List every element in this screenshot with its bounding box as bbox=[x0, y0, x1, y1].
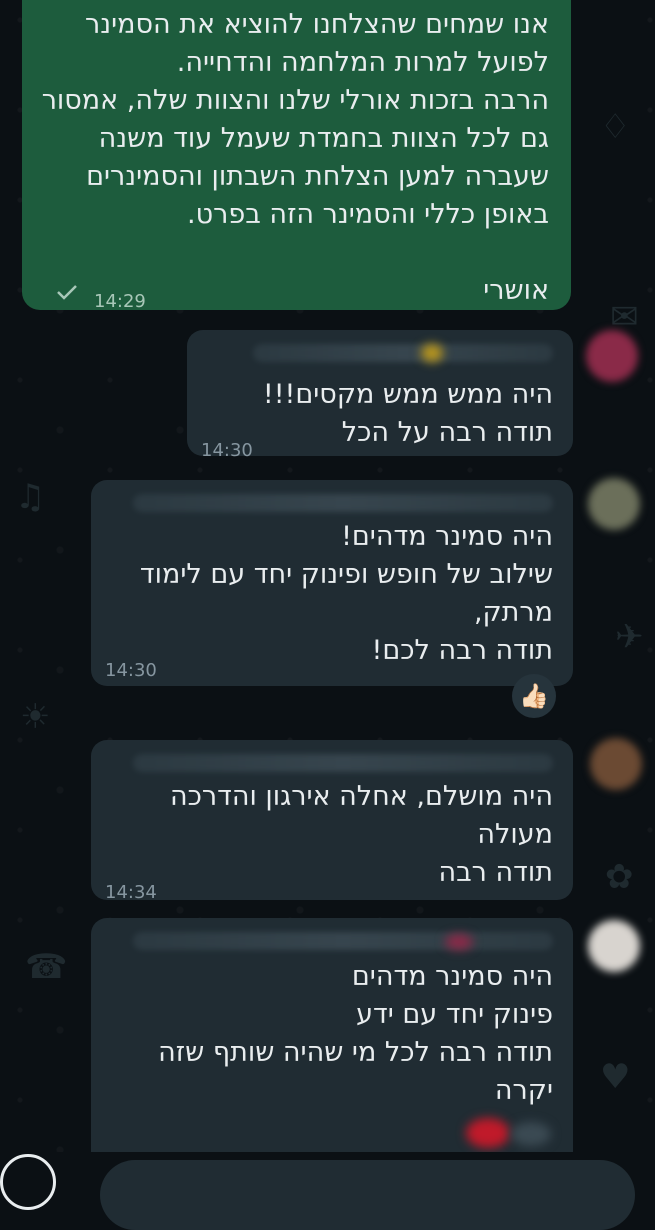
doodle-icon: ☎ bbox=[25, 947, 68, 987]
sender-name bbox=[133, 754, 553, 772]
doodle-icon: ✉ bbox=[610, 297, 639, 337]
message-input[interactable] bbox=[100, 1160, 635, 1230]
incoming-message[interactable]: היה סמינר מדהים פינוק יחד עם ידע תודה רב… bbox=[91, 918, 573, 1173]
sent-check-icon bbox=[57, 285, 77, 300]
incoming-message[interactable]: היה סמינר מדהים! שילוב של חופש ופינוק יח… bbox=[91, 480, 573, 686]
doodle-icon: ✿ bbox=[605, 857, 634, 897]
sender-avatar[interactable] bbox=[586, 330, 638, 382]
reaction-thumbs-up-icon[interactable]: 👍🏻 bbox=[512, 674, 556, 718]
sender-name bbox=[253, 344, 553, 362]
sender-avatar[interactable] bbox=[588, 478, 640, 530]
doodle-icon: ♥ bbox=[600, 1057, 631, 1097]
message-time: 14:34 bbox=[105, 882, 157, 903]
message-text: היה סמינר מדהים פינוק יחד עם ידע תודה רב… bbox=[158, 961, 553, 1106]
emoji-icon[interactable] bbox=[0, 1154, 56, 1210]
message-time: 14:30 bbox=[105, 660, 157, 681]
incoming-message[interactable]: היה ממש ממש מקסים!!! תודה רבה על הכל 14:… bbox=[187, 330, 573, 461]
doodle-icon: ✈ bbox=[615, 617, 644, 657]
outgoing-message[interactable]: אנו שמחים שהצלחנו להוציא את הסמינר לפועל… bbox=[22, 0, 571, 312]
doodle-icon: ☀ bbox=[20, 697, 51, 737]
message-text: היה סמינר מדהים! שילוב של חופש ופינוק יח… bbox=[139, 521, 553, 666]
message-time: 14:30 bbox=[201, 440, 253, 461]
sender-avatar[interactable] bbox=[588, 920, 640, 972]
message-time: 14:29 bbox=[94, 291, 146, 312]
sender-avatar[interactable] bbox=[590, 738, 642, 790]
doodle-icon: ♢ bbox=[600, 107, 631, 147]
composer-bar bbox=[0, 1152, 655, 1230]
doodle-icon: ♫ bbox=[15, 477, 46, 517]
message-text: אנו שמחים שהצלחנו להוציא את הסמינר לפועל… bbox=[41, 9, 549, 306]
message-text: היה מושלם, אחלה אירגון והדרכה מעולה תודה… bbox=[169, 781, 553, 888]
incoming-message[interactable]: היה מושלם, אחלה אירגון והדרכה מעולה תודה… bbox=[91, 740, 573, 903]
sender-name bbox=[133, 494, 553, 512]
sender-name bbox=[133, 932, 553, 950]
